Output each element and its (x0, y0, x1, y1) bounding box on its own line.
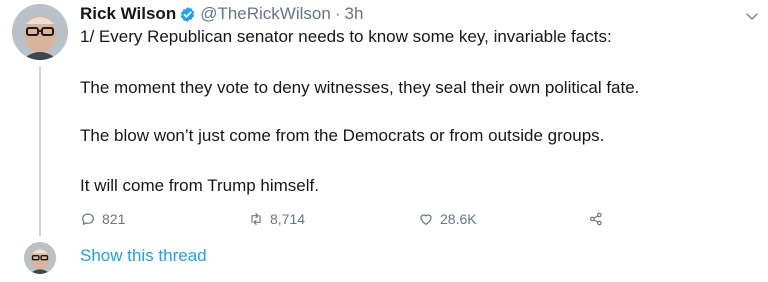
avatar-image (12, 4, 68, 60)
reply-count: 821 (102, 211, 126, 227)
heart-icon (420, 214, 432, 225)
author-handle[interactable]: @TheRickWilson (200, 4, 331, 24)
tweet-header: Rick Wilson @TheRickWilson · 3h (80, 2, 363, 26)
like-button[interactable]: 28.6K (418, 206, 477, 232)
share-icon (590, 212, 602, 226)
like-count: 28.6K (440, 211, 477, 227)
tweet-timestamp[interactable]: 3h (345, 4, 364, 24)
verified-badge-icon (179, 6, 196, 23)
tweet-actions: 821 8,714 28.6K (80, 206, 640, 232)
avatar[interactable] (12, 4, 68, 60)
thread-connector-line (39, 66, 41, 236)
retweet-icon (251, 213, 261, 225)
retweet-button[interactable]: 8,714 (248, 206, 305, 232)
reply-button[interactable]: 821 (80, 206, 125, 232)
retweet-count: 8,714 (270, 211, 306, 227)
chevron-down-icon[interactable] (744, 8, 760, 24)
tweet-text-line: The blow won’t just come from the Democr… (80, 126, 605, 145)
tweet-text-line: The moment they vote to deny witnesses, … (80, 78, 640, 97)
show-thread-link[interactable]: Show this thread (80, 246, 207, 266)
reply-icon (82, 213, 94, 225)
share-button[interactable] (588, 206, 610, 232)
thread-avatar-image (24, 242, 56, 274)
tweet-text-line: It will come from Trump himself. (80, 176, 319, 195)
separator-dot: · (334, 4, 341, 23)
author-name[interactable]: Rick Wilson (80, 4, 176, 24)
tweet-text-line: 1/ Every Republican senator needs to kno… (80, 27, 612, 46)
thread-avatar[interactable] (24, 242, 56, 274)
